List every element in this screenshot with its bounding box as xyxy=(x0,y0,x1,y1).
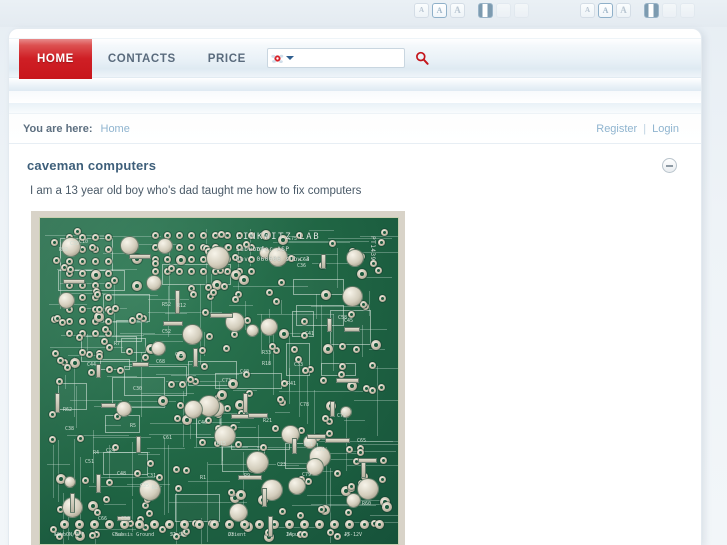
accessibility-toolbar: A A A A A A xyxy=(0,0,727,27)
font-default-button-2[interactable]: A xyxy=(598,3,613,18)
article: caveman computers I am a 13 year old boy… xyxy=(9,144,701,545)
layout-wide-button[interactable] xyxy=(496,3,511,18)
layout-narrow-button[interactable] xyxy=(478,3,493,18)
toolbar-group-left: A A A xyxy=(414,3,529,18)
breadcrumb-home-link[interactable]: Home xyxy=(101,123,130,135)
login-link[interactable]: Login xyxy=(652,123,679,135)
search-engine-icon[interactable] xyxy=(271,52,284,65)
decorative-band-1 xyxy=(9,78,701,91)
nav-item-contacts[interactable]: CONTACTS xyxy=(92,39,192,79)
layout-wide-button-2[interactable] xyxy=(662,3,677,18)
search-box[interactable] xyxy=(267,48,405,68)
breadcrumb-label: You are here: xyxy=(23,122,93,135)
main-navigation: HOME CONTACTS PRICE xyxy=(9,38,701,79)
pcb-reference-designators: C22 C23 C24 C33 C35 C36 C38 C39 C40 C41 C44 C45 C46 C… xyxy=(54,236,372,538)
article-header: caveman computers xyxy=(27,158,683,173)
link-separator: | xyxy=(643,122,647,135)
page-root: A A A A A A HOME CONTACTS PRICE You are … xyxy=(0,0,727,545)
layout-full-button-2[interactable] xyxy=(680,3,695,18)
decorative-band-2 xyxy=(9,91,701,103)
article-image: C22 C23 C24 C33 C35 C36 C38 C39 C40 C41 C44 C45 C46 C… xyxy=(31,211,405,545)
toolbar-group-right: A A A xyxy=(580,3,695,18)
font-increase-button[interactable]: A xyxy=(450,3,465,18)
page-container: HOME CONTACTS PRICE You are here: Home R… xyxy=(8,28,702,545)
pcb-photo: C22 C23 C24 C33 C35 C36 C38 C39 C40 C41 C44 C45 C46 C… xyxy=(39,217,399,545)
register-link[interactable]: Register xyxy=(596,123,637,135)
font-increase-button-2[interactable]: A xyxy=(616,3,631,18)
search-input[interactable] xyxy=(297,50,404,66)
decorative-band-3 xyxy=(9,103,701,114)
user-links: Register | Login xyxy=(596,123,679,135)
article-body: I am a 13 year old boy who's dad taught … xyxy=(30,185,362,197)
layout-full-button[interactable] xyxy=(514,3,529,18)
chevron-down-icon[interactable] xyxy=(286,56,294,60)
search-area xyxy=(267,48,429,68)
layout-narrow-button-2[interactable] xyxy=(644,3,659,18)
collapse-minus-icon[interactable] xyxy=(662,158,677,173)
nav-item-price[interactable]: PRICE xyxy=(192,39,262,79)
nav-item-home[interactable]: HOME xyxy=(19,39,92,79)
font-decrease-button-2[interactable]: A xyxy=(580,3,595,18)
article-title: caveman computers xyxy=(27,158,157,173)
font-decrease-button[interactable]: A xyxy=(414,3,429,18)
magnifier-icon[interactable] xyxy=(415,51,429,65)
font-default-button[interactable]: A xyxy=(432,3,447,18)
breadcrumb-bar: You are here: Home Register | Login xyxy=(9,114,701,144)
